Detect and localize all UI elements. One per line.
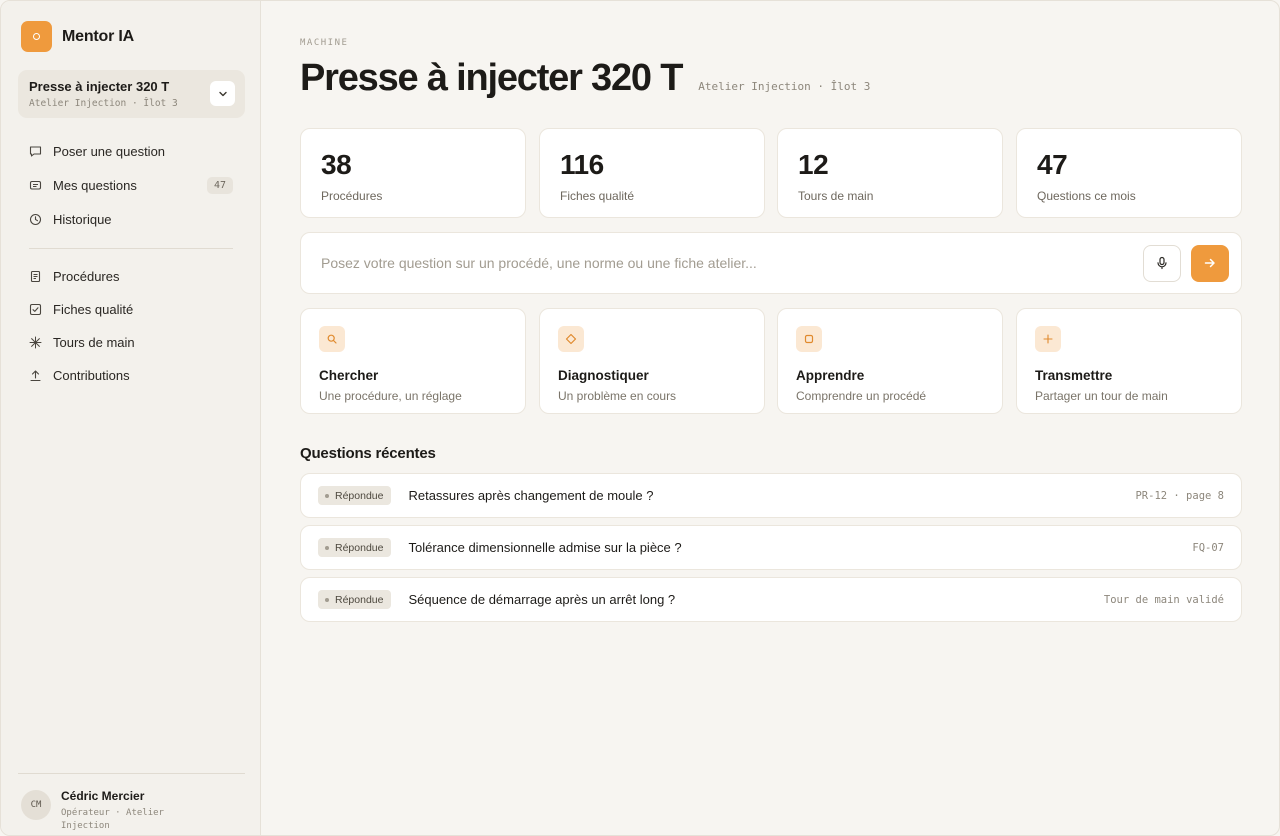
stat-value: 47 <box>1037 149 1068 180</box>
action-title: Diagnostiquer <box>558 368 649 383</box>
recent-questions-title: Questions récentes <box>300 445 436 462</box>
nav-item-contributions[interactable]: Contributions <box>21 359 241 392</box>
stat-value: 12 <box>798 149 829 180</box>
logo-icon <box>21 21 52 52</box>
nav-item-history[interactable]: Historique <box>21 203 241 236</box>
action-title: Transmettre <box>1035 368 1113 383</box>
question-text: Séquence de démarrage après un arrêt lon… <box>408 592 676 607</box>
action-title: Chercher <box>319 368 379 383</box>
nav-item-label: Mes questions <box>53 178 137 193</box>
action-subtitle: Un problème en cours <box>558 389 677 403</box>
question-text: Retassures après changement de moule ? <box>408 488 654 503</box>
app-name: Mentor IA <box>62 27 134 45</box>
microphone-button[interactable] <box>1143 244 1181 282</box>
document-icon <box>29 270 42 283</box>
action-card-share[interactable]: Transmettre Partager un tour de main <box>1016 308 1242 414</box>
action-subtitle: Partager un tour de main <box>1035 389 1168 403</box>
checkbox-icon <box>29 303 42 316</box>
user-role: Opérateur · Atelier Injection <box>61 808 164 831</box>
stat-label: Tours de main <box>798 189 874 203</box>
user-name: Cédric Mercier <box>61 789 145 803</box>
action-subtitle: Comprendre un procédé <box>796 389 927 403</box>
user-info: Cédric Mercier Opérateur · Atelier Injec… <box>61 789 171 832</box>
sidebar-divider <box>29 248 233 249</box>
message-icon <box>29 179 42 192</box>
avatar: CM <box>21 790 51 820</box>
nav-item-procedures[interactable]: Procédures <box>21 260 241 293</box>
recent-question-row[interactable]: Répondue Retassures après changement de … <box>300 473 1242 518</box>
stat-value: 116 <box>560 149 604 180</box>
nav-item-know-how[interactable]: Tours de main <box>21 326 241 359</box>
brand[interactable]: Mentor IA <box>21 21 134 52</box>
nav-item-label: Poser une question <box>53 144 166 159</box>
page-subtitle: Atelier Injection · Îlot 3 <box>698 80 871 93</box>
search-icon <box>319 326 345 352</box>
main-content: MACHINE Presse à injecter 320 T Atelier … <box>261 1 1279 835</box>
upload-icon <box>29 369 42 382</box>
stat-label: Questions ce mois <box>1037 189 1136 203</box>
stat-card-procedures[interactable]: 38 Procédures <box>300 128 526 218</box>
arrow-right-icon <box>1204 258 1215 268</box>
question-reference: Tour de main validé <box>1103 593 1224 606</box>
machine-selector-subtitle: Atelier Injection · Îlot 3 <box>29 98 178 109</box>
nav-item-quality-sheets[interactable]: Fiches qualité <box>21 293 241 326</box>
stat-label: Procédures <box>321 189 383 203</box>
page-overline: MACHINE <box>300 38 349 48</box>
stat-card-know-how[interactable]: 12 Tours de main <box>777 128 1003 218</box>
status-badge: Répondue <box>318 590 392 609</box>
questions-count-badge: 47 <box>206 177 233 194</box>
chevron-down-icon[interactable] <box>210 81 235 106</box>
microphone-icon <box>1157 256 1167 270</box>
app-window: Mentor IA Presse à injecter 320 T Atelie… <box>0 0 1280 836</box>
recent-question-row[interactable]: Répondue Tolérance dimensionnelle admise… <box>300 525 1242 570</box>
action-card-learn[interactable]: Apprendre Comprendre un procédé <box>777 308 1003 414</box>
status-label: Répondue <box>335 593 384 606</box>
nav-primary: Poser une question Mes questions 47 Hist… <box>21 135 241 236</box>
recent-question-row[interactable]: Répondue Séquence de démarrage après un … <box>300 577 1242 622</box>
question-input[interactable] <box>321 243 1143 283</box>
stat-value: 38 <box>321 149 352 180</box>
stat-card-questions-month[interactable]: 47 Questions ce mois <box>1016 128 1242 218</box>
diamond-icon <box>558 326 584 352</box>
plus-icon <box>1035 326 1061 352</box>
machine-selector-title: Presse à injecter 320 T <box>29 79 170 94</box>
status-badge: Répondue <box>318 486 392 505</box>
user-profile[interactable]: CM Cédric Mercier Opérateur · Atelier In… <box>18 773 245 832</box>
status-label: Répondue <box>335 541 384 554</box>
question-reference: PR-12 · page 8 <box>1135 489 1224 502</box>
action-card-search[interactable]: Chercher Une procédure, un réglage <box>300 308 526 414</box>
machine-selector[interactable]: Presse à injecter 320 T Atelier Injectio… <box>18 70 245 118</box>
nav-item-ask-question[interactable]: Poser une question <box>21 135 241 168</box>
action-title: Apprendre <box>796 368 865 383</box>
nav-item-label: Fiches qualité <box>53 302 134 317</box>
chat-bubble-icon <box>29 145 42 158</box>
nav-item-label: Historique <box>53 212 112 227</box>
nav-item-my-questions[interactable]: Mes questions 47 <box>21 169 241 202</box>
sparkle-icon <box>29 336 42 349</box>
clock-icon <box>29 213 42 226</box>
page-title: Presse à injecter 320 T <box>300 57 683 99</box>
nav-item-label: Contributions <box>53 368 130 383</box>
square-icon <box>796 326 822 352</box>
status-label: Répondue <box>335 489 384 502</box>
nav-secondary: Procédures Fiches qualité Tours de main … <box>21 260 241 392</box>
question-search-bar <box>300 232 1242 294</box>
send-button[interactable] <box>1191 244 1229 282</box>
question-text: Tolérance dimensionnelle admise sur la p… <box>408 540 682 555</box>
status-badge: Répondue <box>318 538 392 557</box>
action-subtitle: Une procédure, un réglage <box>319 389 462 403</box>
stat-label: Fiches qualité <box>560 189 635 203</box>
question-reference: FQ-07 <box>1192 541 1224 554</box>
action-card-diagnose[interactable]: Diagnostiquer Un problème en cours <box>539 308 765 414</box>
sidebar: Mentor IA Presse à injecter 320 T Atelie… <box>1 1 261 835</box>
page-header: Presse à injecter 320 T Atelier Injectio… <box>300 57 870 100</box>
stat-card-quality-sheets[interactable]: 116 Fiches qualité <box>539 128 765 218</box>
nav-item-label: Procédures <box>53 269 120 284</box>
nav-item-label: Tours de main <box>53 335 135 350</box>
